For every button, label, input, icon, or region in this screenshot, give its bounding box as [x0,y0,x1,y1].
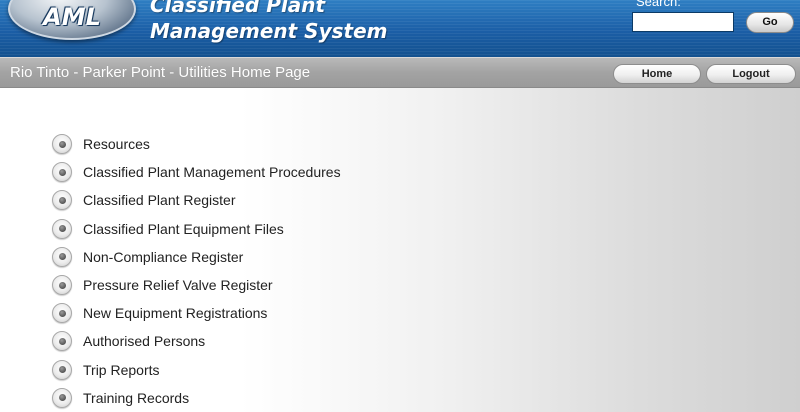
menu-item-training-records[interactable]: Training Records [52,384,341,412]
bullet-icon [52,190,72,211]
menu-item-label: Classified Plant Register [83,192,236,209]
bullet-dot [58,196,66,204]
menu-item-authorised-persons[interactable]: Authorised Persons [52,327,341,355]
bullet-icon [52,162,72,183]
search-input[interactable] [632,12,734,32]
menu-item-label: Training Records [83,389,190,406]
menu-item-label: Authorised Persons [83,333,206,350]
bullet-dot [58,225,66,233]
app-title-line1: Classified Plant [150,0,326,17]
app-title-line2: Management System [150,19,388,43]
bullet-dot [58,394,66,402]
bullet-dot [58,337,66,345]
app-title: Classified Plant Management System [150,0,388,44]
menu-item-equipment-files[interactable]: Classified Plant Equipment Files [52,215,341,243]
bullet-icon [52,359,72,380]
menu-item-procedures[interactable]: Classified Plant Management Procedures [52,158,341,186]
menu-item-new-registrations[interactable]: New Equipment Registrations [52,299,341,327]
bullet-dot [58,140,66,148]
main-menu: Resources Classified Plant Management Pr… [52,130,341,412]
bullet-icon [52,331,72,352]
logout-button[interactable]: Logout [706,64,796,84]
search-label: Search: [636,0,681,9]
app-header: AML Classified Plant Management System S… [0,0,800,57]
bullet-dot [58,366,66,374]
menu-item-label: Trip Reports [83,361,160,378]
menu-item-label: Non-Compliance Register [83,248,244,265]
logo-text: AML [43,3,101,31]
nav-bar: Rio Tinto - Parker Point - Utilities Hom… [0,57,800,88]
bullet-dot [58,168,66,176]
bullet-dot [58,281,66,289]
home-button[interactable]: Home [613,64,701,84]
bullet-icon [52,275,72,296]
bullet-dot [58,253,66,261]
menu-item-resources[interactable]: Resources [52,130,341,158]
page-title: Rio Tinto - Parker Point - Utilities Hom… [10,64,311,81]
menu-item-register[interactable]: Classified Plant Register [52,186,341,214]
aml-logo[interactable]: AML [8,0,136,40]
menu-item-label: Resources [83,136,150,153]
menu-item-trip-reports[interactable]: Trip Reports [52,356,341,384]
bullet-icon [52,134,72,155]
menu-item-relief-valve[interactable]: Pressure Relief Valve Register [52,271,341,299]
menu-item-label: New Equipment Registrations [83,305,268,322]
bullet-icon [52,218,72,239]
menu-item-label: Classified Plant Management Procedures [83,164,341,181]
bullet-icon [52,303,72,324]
go-button[interactable]: Go [746,12,794,33]
bullet-icon [52,246,72,267]
bullet-dot [58,309,66,317]
menu-item-non-compliance[interactable]: Non-Compliance Register [52,243,341,271]
menu-item-label: Classified Plant Equipment Files [83,220,284,237]
menu-item-label: Pressure Relief Valve Register [83,277,273,294]
bullet-icon [52,387,72,408]
